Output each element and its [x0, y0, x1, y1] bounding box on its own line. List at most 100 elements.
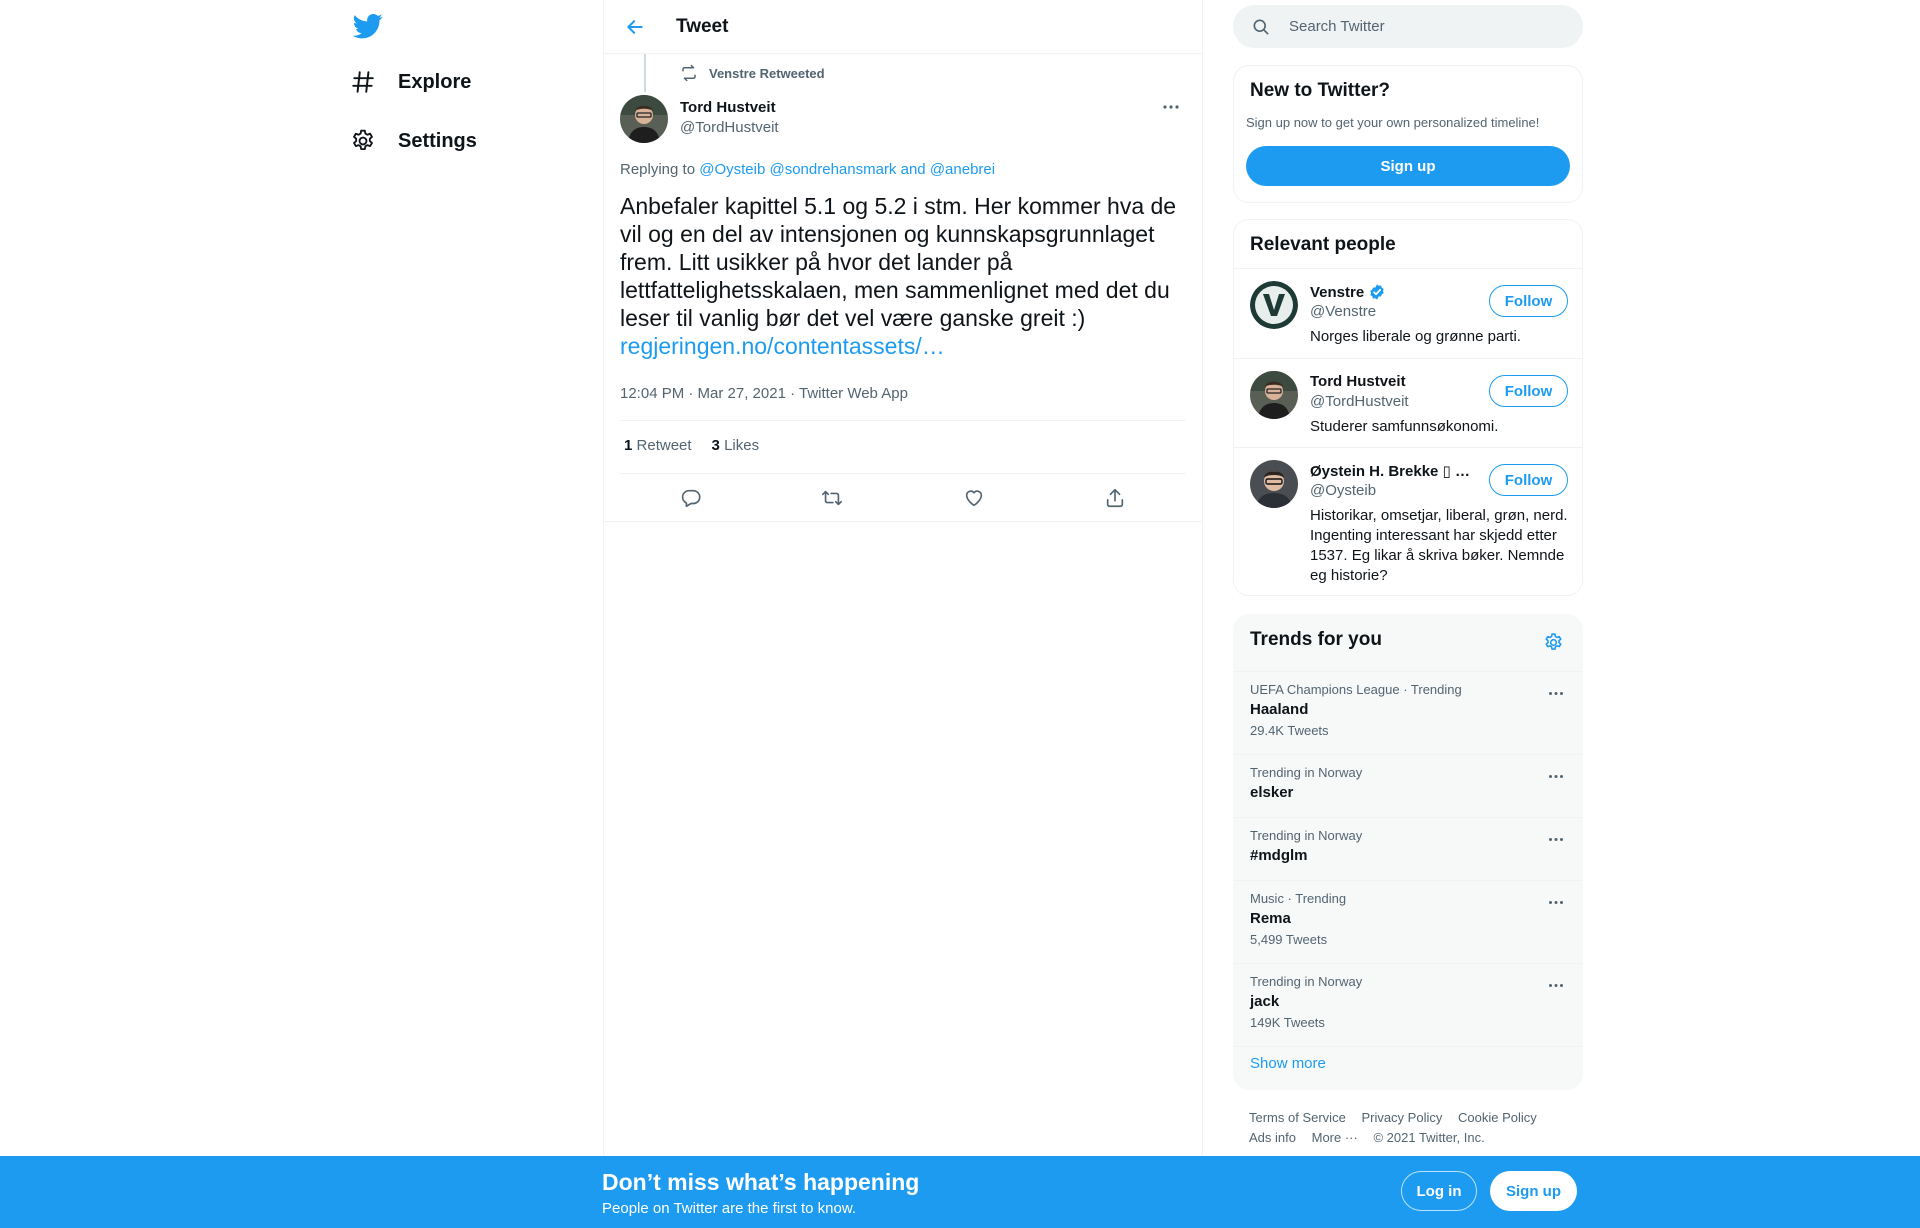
trend-more-button[interactable] — [1544, 830, 1568, 848]
author-handle[interactable]: @TordHustveit — [680, 119, 779, 136]
new-to-twitter-card: New to Twitter? Sign up now to get your … — [1233, 65, 1583, 203]
gear-icon — [1544, 632, 1562, 650]
reply-icon — [681, 489, 701, 508]
footer-terms-link[interactable]: Terms of Service — [1249, 1110, 1346, 1125]
tweet-stats: 1 Retweet 3 Likes — [624, 437, 759, 454]
tweet-more-button[interactable] — [1156, 96, 1186, 118]
nav-item-settings[interactable]: Settings — [348, 117, 487, 165]
trend-more-button[interactable] — [1544, 684, 1568, 702]
twitter-bird-icon[interactable] — [348, 6, 388, 46]
follow-button[interactable]: Follow — [1489, 285, 1568, 317]
person-handle[interactable]: @Venstre — [1310, 303, 1376, 320]
follow-button[interactable]: Follow — [1489, 464, 1568, 496]
person-bio: Studerer samfunnsøkonomi. — [1310, 418, 1499, 435]
trend-count: 149K Tweets — [1250, 1015, 1325, 1030]
sidebar-signup-button[interactable]: Sign up — [1246, 146, 1570, 186]
trends-title: Trends for you — [1250, 629, 1382, 650]
retweet-icon — [822, 490, 843, 506]
more-dots-icon — [1549, 774, 1563, 778]
main-column: Tweet Venstre Retweeted Tord Hustveit @T… — [603, 0, 1203, 1228]
trend-count: 5,499 Tweets — [1250, 932, 1328, 947]
show-more-link[interactable]: Show more — [1250, 1055, 1326, 1072]
share-icon — [1107, 488, 1124, 508]
heart-icon — [965, 490, 982, 507]
retweet-icon — [682, 64, 696, 82]
verified-badge-icon — [1370, 284, 1384, 300]
trend-more-button[interactable] — [1544, 976, 1568, 994]
trend-item[interactable]: Music · Trending Rema 5,499 Tweets — [1234, 880, 1582, 963]
footer-copyright: © 2021 Twitter, Inc. — [1373, 1130, 1485, 1145]
banner-title: Don’t miss what’s happening — [602, 1169, 920, 1195]
more-dots-icon — [1549, 900, 1563, 904]
trends-settings-button[interactable] — [1540, 629, 1566, 655]
footer-ads-link[interactable]: Ads info — [1249, 1130, 1296, 1145]
trend-context: UEFA Champions League · Trending — [1250, 682, 1462, 697]
person-item[interactable]: Tord Hustveit @TordHustveit Studerer sam… — [1234, 358, 1582, 447]
signup-button[interactable]: Sign up — [1490, 1171, 1577, 1211]
person-handle[interactable]: @Oysteib — [1310, 482, 1376, 499]
reply-mention-link[interactable]: @anebrei — [930, 161, 995, 178]
person-bio: Historikar, omsetjar, liberal, grøn, ner… — [1310, 507, 1568, 584]
person-item[interactable]: Øystein H. Brekke ▯ … @Oysteib Historika… — [1234, 447, 1582, 595]
trend-item[interactable]: Trending in Norway elsker — [1234, 754, 1582, 817]
retweet-button[interactable] — [815, 481, 849, 515]
person-name-text: Øystein H. Brekke ▯ … — [1310, 463, 1470, 480]
avatar[interactable] — [1250, 281, 1298, 329]
search-icon — [1253, 19, 1269, 35]
retweet-count[interactable]: 1 Retweet — [624, 437, 692, 454]
person-name[interactable]: Venstre — [1310, 283, 1386, 301]
back-arrow-icon — [627, 20, 643, 34]
person-name[interactable]: Tord Hustveit — [1310, 373, 1406, 390]
reply-button[interactable] — [674, 481, 708, 515]
person-item[interactable]: Venstre @Venstre Norges liberale og grøn… — [1234, 268, 1582, 358]
share-button[interactable] — [1098, 481, 1132, 515]
avatar[interactable] — [1250, 460, 1298, 508]
retweet-context: Venstre Retweeted — [679, 64, 825, 82]
thread-line — [644, 54, 646, 92]
trend-name: elsker — [1250, 784, 1294, 801]
new-to-twitter-title: New to Twitter? — [1250, 80, 1391, 101]
trend-context: Trending in Norway — [1250, 765, 1363, 780]
signup-banner: Don’t miss what’s happening People on Tw… — [0, 1156, 1920, 1228]
tweet-actions — [620, 478, 1186, 518]
trend-item[interactable]: Trending in Norway jack 149K Tweets — [1234, 963, 1582, 1046]
trend-name: #mdglm — [1250, 847, 1308, 864]
trend-more-button[interactable] — [1544, 893, 1568, 911]
author-name[interactable]: Tord Hustveit — [680, 99, 776, 116]
tweet-link[interactable]: regjeringen.no/contentassets/… — [620, 332, 1195, 360]
follow-button[interactable]: Follow — [1489, 375, 1568, 407]
login-button[interactable]: Log in — [1401, 1171, 1477, 1211]
person-name[interactable]: Øystein H. Brekke ▯ … — [1310, 462, 1470, 480]
divider — [604, 521, 1202, 522]
tweet-timestamp[interactable]: 12:04 PM · Mar 27, 2021 · Twitter Web Ap… — [620, 385, 908, 402]
tweet-text: Anbefaler kapittel 5.1 og 5.2 i stm. Her… — [620, 192, 1195, 360]
avatar[interactable] — [620, 95, 668, 143]
trends-card: Trends for you UEFA Champions League · T… — [1233, 614, 1583, 1090]
search-bar[interactable] — [1233, 5, 1583, 48]
trend-item[interactable]: UEFA Champions League · Trending Haaland… — [1234, 671, 1582, 754]
footer-privacy-link[interactable]: Privacy Policy — [1361, 1110, 1442, 1125]
reply-mention-link[interactable]: @sondrehansmark — [769, 161, 896, 178]
more-dots-icon — [1549, 691, 1563, 695]
footer-cookie-link[interactable]: Cookie Policy — [1458, 1110, 1537, 1125]
trend-name: Haaland — [1250, 701, 1309, 718]
trend-item[interactable]: Trending in Norway #mdglm — [1234, 817, 1582, 880]
nav-item-explore[interactable]: Explore — [348, 58, 481, 106]
likes-count[interactable]: 3 Likes — [712, 437, 760, 454]
reply-mention-and[interactable]: and — [901, 161, 926, 178]
divider — [620, 473, 1186, 474]
search-input[interactable] — [1289, 5, 1569, 48]
person-name-text: Venstre — [1310, 283, 1365, 301]
reply-mention-link[interactable]: @Oysteib — [699, 161, 765, 178]
trend-more-button[interactable] — [1544, 767, 1568, 785]
like-button[interactable] — [957, 481, 991, 515]
trend-context: Music · Trending — [1250, 891, 1347, 906]
divider — [620, 420, 1186, 421]
page-title: Tweet — [676, 15, 729, 37]
person-handle[interactable]: @TordHustveit — [1310, 393, 1409, 410]
retweet-label[interactable]: Venstre Retweeted — [709, 66, 825, 81]
relevant-people-title: Relevant people — [1250, 234, 1396, 255]
back-button[interactable] — [618, 10, 652, 44]
avatar[interactable] — [1250, 371, 1298, 419]
footer-more-link[interactable]: More ··· — [1312, 1130, 1358, 1145]
